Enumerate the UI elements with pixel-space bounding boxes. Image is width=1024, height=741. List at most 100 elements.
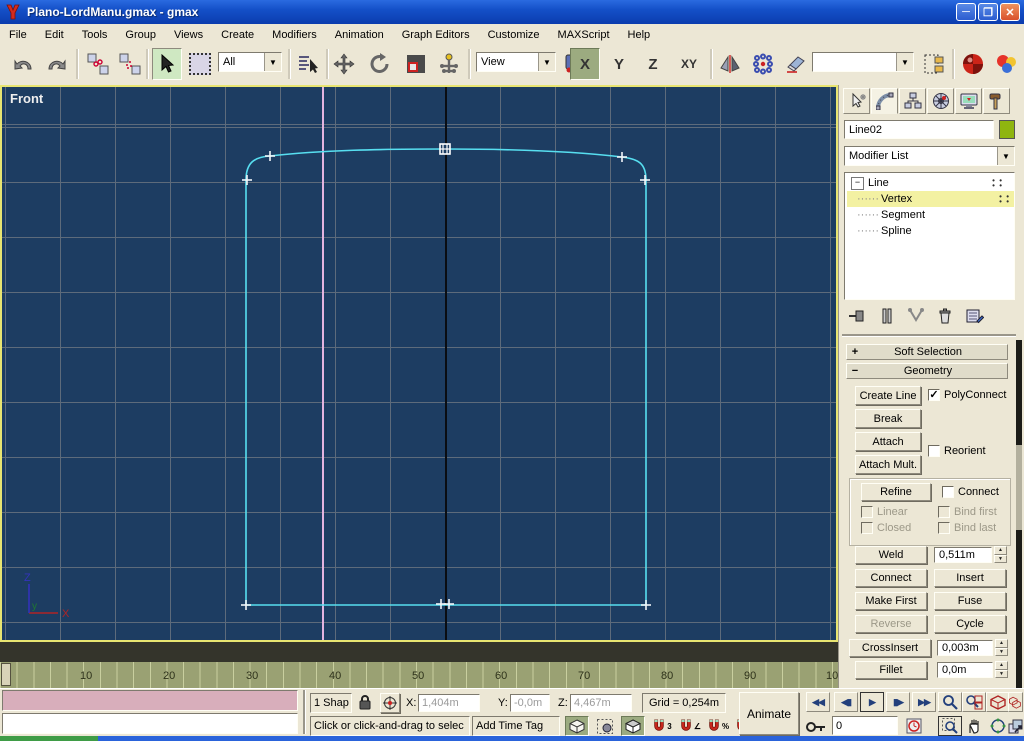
pin-stack-icon[interactable] [848,308,866,324]
insert-button[interactable]: Insert [934,569,1006,587]
cycle-button[interactable]: Cycle [934,615,1006,633]
fillet-spinner[interactable]: ▲▼ [995,661,1008,678]
redo-icon[interactable] [42,48,70,80]
zoom-all-icon[interactable] [962,692,986,712]
zoom-icon[interactable] [938,692,962,712]
zoom-extents-all-icon[interactable] [1008,692,1023,712]
show-end-result-icon[interactable] [880,308,894,324]
menu-edit[interactable]: Edit [36,27,73,43]
time-slider-handle[interactable] [1,663,11,686]
crossinsert-spinner[interactable]: ▲▼ [995,639,1008,656]
select-object-icon[interactable] [152,48,182,80]
stack-item-vertex[interactable]: ······ Vertex • •• • [847,191,1014,207]
fillet-amount-field[interactable]: 0,0m [937,662,993,678]
menu-create[interactable]: Create [212,27,263,43]
play-button[interactable]: ▶ [860,692,884,712]
current-frame-field[interactable]: 0 [832,716,898,735]
align-icon[interactable] [782,48,808,80]
menu-tools[interactable]: Tools [73,27,117,43]
time-configuration-icon[interactable] [902,716,926,736]
select-and-rotate-icon[interactable] [366,48,394,80]
configure-modifier-sets-icon[interactable] [966,308,984,324]
selection-region-sphere-icon[interactable] [593,716,617,736]
polyconnect-checkbox[interactable]: ✓ PolyConnect [928,389,1006,401]
named-selection-sets-dropdown[interactable]: ▼ [812,52,914,72]
x-coordinate-field[interactable]: 1,404m [418,694,480,712]
snap-cube-icon[interactable] [621,716,645,736]
render-icon[interactable] [992,48,1022,80]
menu-file[interactable]: File [0,27,36,43]
menu-help[interactable]: Help [619,27,660,43]
refine-button[interactable]: Refine [861,483,931,501]
attach-button[interactable]: Attach [855,432,921,451]
start-button-edge[interactable] [0,736,98,741]
restore-button[interactable]: ❐ [978,3,998,21]
menu-customize[interactable]: Customize [479,27,549,43]
stack-item-segment[interactable]: ······ Segment [847,207,1007,223]
titlebar[interactable]: Plano-LordManu.gmax - gmax ─ ❐ ✕ [0,0,1024,24]
selection-lock-icon[interactable] [358,694,372,711]
rollout-geometry[interactable]: − Geometry [846,363,1008,379]
menu-group[interactable]: Group [116,27,165,43]
pan-hand-icon[interactable] [962,716,986,736]
absolute-mode-transform-icon[interactable] [380,693,400,713]
panel-scrollbar-thumb[interactable] [1016,445,1022,530]
dropdown-arrow-icon[interactable]: ▼ [997,147,1014,165]
remove-modifier-icon[interactable] [938,308,952,324]
add-time-tag[interactable]: Add Time Tag [472,716,560,736]
minimize-button[interactable]: ─ [956,3,976,21]
dropdown-arrow-icon[interactable]: ▼ [896,53,913,71]
restrict-to-z-button[interactable]: Z [638,48,668,80]
tab-modify-icon[interactable] [871,88,898,114]
min-max-toggle-icon[interactable] [1008,716,1023,736]
crossinsert-button[interactable]: CrossInsert [849,639,931,657]
fillet-button[interactable]: Fillet [855,661,927,679]
attach-mult-button[interactable]: Attach Mult. [855,455,921,474]
angle-snap-icon[interactable]: ∠ [678,716,702,736]
reference-coordinate-system-dropdown[interactable]: View ▼ [476,52,556,72]
front-viewport[interactable]: Front [0,85,838,642]
time-ruler[interactable]: 10 20 30 40 50 60 70 80 90 100 [0,662,838,688]
connect-button[interactable]: Connect [855,569,927,587]
menu-graph-editors[interactable]: Graph Editors [393,27,479,43]
z-coordinate-field[interactable]: 4,467m [570,694,632,712]
undo-icon[interactable] [10,48,38,80]
panel-scrollbar[interactable] [1016,340,1022,688]
tab-display-icon[interactable] [955,88,982,114]
rectangular-selection-region-icon[interactable] [186,48,214,80]
menu-views[interactable]: Views [165,27,212,43]
select-and-link-icon[interactable] [84,48,112,80]
stack-item-line[interactable]: − Line • •• • [847,175,1007,191]
region-zoom-icon[interactable] [938,716,962,736]
make-first-button[interactable]: Make First [855,592,927,610]
next-frame-button[interactable]: ▮▶ [886,692,910,712]
material-editor-icon[interactable] [958,48,988,80]
y-coordinate-field[interactable]: -0,0m [510,694,550,712]
reorient-checkbox[interactable]: Reorient [928,445,986,457]
spline-shape[interactable]: X Z y [2,87,836,640]
animate-button[interactable]: Animate [739,692,799,735]
array-icon[interactable] [748,48,778,80]
collapse-box-icon[interactable]: − [851,177,864,190]
maxscript-mini-listener-pink[interactable] [2,690,298,711]
select-and-move-icon[interactable] [330,48,358,80]
snap-toggle-3d-icon[interactable]: 3 [650,716,674,736]
weld-spinner[interactable]: ▲▼ [994,546,1007,563]
selection-filter-dropdown[interactable]: All ▼ [218,52,282,72]
weld-button[interactable]: Weld [855,546,927,564]
tab-utilities-icon[interactable] [983,88,1010,114]
rollout-soft-selection[interactable]: + Soft Selection [846,344,1008,360]
go-to-end-button[interactable]: ▶▶ [912,692,936,712]
tab-motion-icon[interactable] [927,88,954,114]
restrict-to-xy-plane-button[interactable]: XY [672,48,706,80]
menu-animation[interactable]: Animation [326,27,393,43]
make-unique-icon[interactable] [908,308,924,324]
track-view-icon[interactable] [920,48,948,80]
break-button[interactable]: Break [855,409,921,428]
fuse-button[interactable]: Fuse [934,592,1006,610]
crossinsert-threshold-field[interactable]: 0,003m [937,640,993,656]
object-name-field[interactable]: Line02 [844,120,994,139]
unlink-selection-icon[interactable] [116,48,144,80]
object-color-swatch[interactable] [999,120,1015,139]
menu-modifiers[interactable]: Modifiers [263,27,326,43]
